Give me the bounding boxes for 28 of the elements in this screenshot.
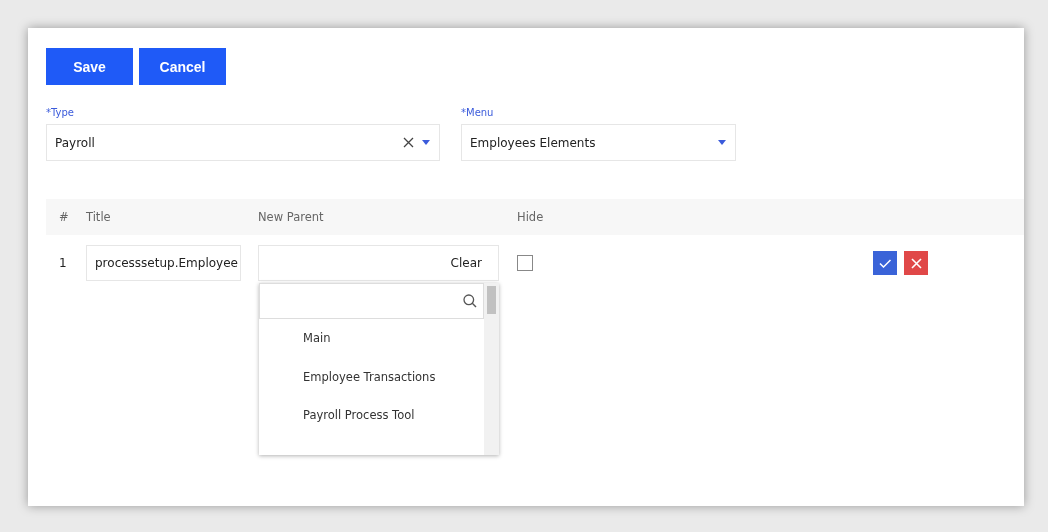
dropdown-item[interactable]: Payroll Process Tool <box>259 396 484 435</box>
title-field[interactable]: processsetup.Employee <box>86 245 241 281</box>
column-header: New Parent <box>258 210 325 224</box>
hide-checkbox[interactable] <box>517 255 533 271</box>
field-label: *Type <box>46 107 75 120</box>
field-label: *Menu <box>461 107 495 120</box>
column-header: Hide <box>517 210 545 224</box>
dropdown-item[interactable]: Main <box>259 319 484 358</box>
clear-link[interactable]: Clear <box>450 256 482 270</box>
dropdown-item[interactable]: Employee Transactions <box>259 357 484 396</box>
clear-icon[interactable] <box>403 137 414 148</box>
caret-icon[interactable] <box>718 140 726 145</box>
column-header: # <box>58 210 70 224</box>
check-icon <box>879 258 891 268</box>
delete-button[interactable] <box>904 251 928 275</box>
close-icon <box>910 257 922 269</box>
search-field[interactable] <box>259 283 484 319</box>
parent-field[interactable]: Clear <box>258 245 499 281</box>
cancel-button[interactable]: Cancel <box>139 48 226 85</box>
column-header: Title <box>86 210 112 224</box>
select-field[interactable]: Payroll <box>46 124 440 161</box>
save-button[interactable]: Save <box>46 48 133 85</box>
search-icon <box>463 294 477 308</box>
select-field[interactable]: Employees Elements <box>461 124 736 161</box>
confirm-button[interactable] <box>873 251 897 275</box>
row-number: 1 <box>58 256 68 270</box>
scrollbar[interactable] <box>484 283 499 455</box>
caret-icon[interactable] <box>422 140 430 145</box>
